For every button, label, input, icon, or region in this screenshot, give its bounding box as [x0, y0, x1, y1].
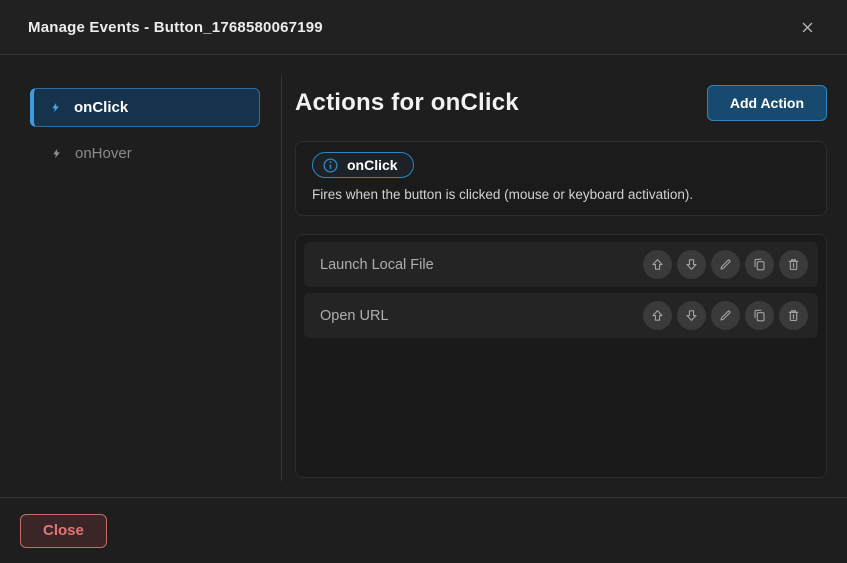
delete-button[interactable]: [779, 250, 808, 279]
action-row: Open URL: [304, 293, 818, 338]
copy-icon: [752, 257, 767, 272]
lightning-bolt-icon: [50, 100, 61, 115]
edit-button[interactable]: [711, 250, 740, 279]
event-badge-label: onClick: [347, 157, 398, 173]
pencil-icon: [718, 308, 733, 323]
duplicate-button[interactable]: [745, 301, 774, 330]
dialog-title: Manage Events - Button_1768580067199: [28, 19, 323, 36]
move-down-button[interactable]: [677, 250, 706, 279]
trash-icon: [786, 308, 801, 323]
event-description: Fires when the button is clicked (mouse …: [312, 187, 810, 202]
action-row-buttons: [643, 250, 808, 279]
sidebar-item-onhover[interactable]: onHover: [30, 138, 260, 168]
move-up-button[interactable]: [643, 301, 672, 330]
info-circle-icon: [323, 158, 338, 173]
sidebar-item-label: onHover: [75, 145, 132, 162]
action-row: Launch Local File: [304, 242, 818, 287]
action-row-buttons: [643, 301, 808, 330]
trash-icon: [786, 257, 801, 272]
pencil-icon: [718, 257, 733, 272]
arrow-down-icon: [684, 308, 699, 323]
action-label: Open URL: [320, 308, 389, 324]
action-label: Launch Local File: [320, 257, 434, 273]
edit-button[interactable]: [711, 301, 740, 330]
duplicate-button[interactable]: [745, 250, 774, 279]
arrow-up-icon: [650, 308, 665, 323]
sidebar-item-label: onClick: [74, 99, 128, 116]
delete-button[interactable]: [779, 301, 808, 330]
move-down-button[interactable]: [677, 301, 706, 330]
arrow-up-icon: [650, 257, 665, 272]
dialog-footer: Close: [0, 497, 847, 563]
move-up-button[interactable]: [643, 250, 672, 279]
actions-list: Launch Local File: [295, 234, 827, 478]
actions-header: Actions for onClick Add Action: [295, 85, 827, 121]
copy-icon: [752, 308, 767, 323]
page-title: Actions for onClick: [295, 89, 519, 117]
arrow-down-icon: [684, 257, 699, 272]
lightning-bolt-icon: [51, 146, 62, 161]
sidebar-item-onclick[interactable]: onClick: [30, 88, 260, 127]
dialog-body: onClick onHover Actions for onClick Add …: [0, 55, 847, 497]
add-action-button[interactable]: Add Action: [707, 85, 827, 121]
dialog-header: Manage Events - Button_1768580067199: [0, 0, 847, 55]
event-badge: onClick: [312, 152, 414, 178]
manage-events-dialog: Manage Events - Button_1768580067199 onC…: [0, 0, 847, 563]
event-info-box: onClick Fires when the button is clicked…: [295, 141, 827, 216]
actions-panel-area: Actions for onClick Add Action onClick F…: [282, 55, 847, 497]
dialog-close-button[interactable]: [795, 15, 819, 39]
close-button[interactable]: Close: [20, 514, 107, 548]
event-sidebar: onClick onHover: [0, 55, 282, 497]
x-icon: [801, 21, 814, 34]
